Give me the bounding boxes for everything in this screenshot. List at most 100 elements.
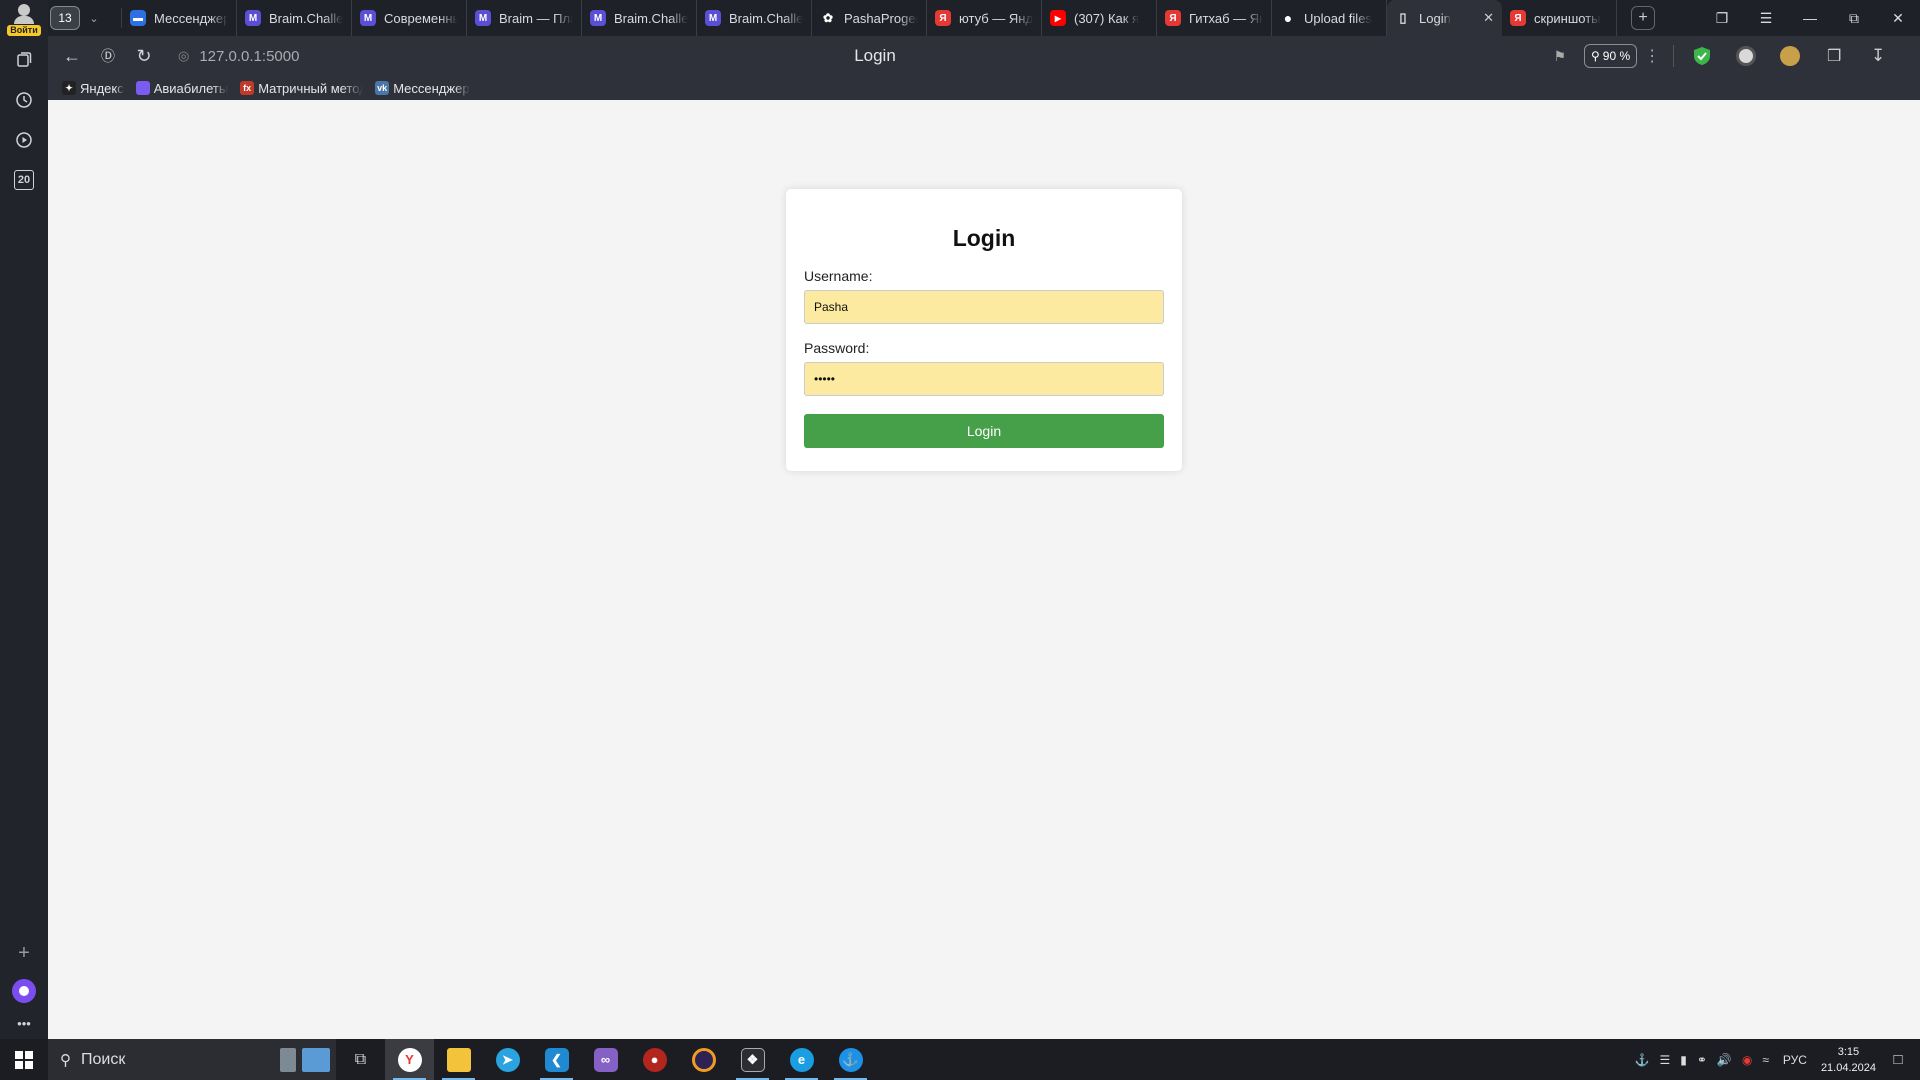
tab-list-chevron-down-icon[interactable]: ⌄ bbox=[82, 12, 106, 25]
bookmark-item[interactable]: Авиабилеты bbox=[135, 81, 228, 96]
alice-assistant-icon[interactable] bbox=[12, 979, 36, 1003]
tab-divider bbox=[106, 8, 122, 28]
search-placeholder: Поиск bbox=[81, 1050, 126, 1068]
yandex-home-icon[interactable]: Ⓓ bbox=[90, 46, 126, 66]
notifications-icon[interactable]: □ bbox=[1876, 1051, 1920, 1068]
volume-icon[interactable]: 🔊 bbox=[1717, 1053, 1732, 1067]
microphone-icon[interactable]: ⚭ bbox=[1697, 1053, 1707, 1067]
new-tab-plus-icon[interactable]: + bbox=[1631, 6, 1655, 30]
tab-2[interactable]: M Современный bbox=[352, 0, 467, 36]
username-input[interactable] bbox=[804, 290, 1164, 324]
braim-icon: M bbox=[705, 10, 721, 26]
bookmark-label: Мессенджер bbox=[393, 80, 470, 96]
page-menu-kebab-icon[interactable]: ⋮ bbox=[1637, 46, 1667, 66]
tab-title: Braim.Challenge bbox=[269, 10, 343, 26]
zoom-indicator[interactable]: ⚲ 90 % bbox=[1584, 44, 1638, 68]
taskbar-search[interactable]: ⚲ Поиск bbox=[48, 1039, 336, 1080]
address-bar[interactable]: ◎ 127.0.0.1:5000 Login ⚑ bbox=[170, 40, 1580, 72]
language-indicator[interactable]: РУС bbox=[1783, 1053, 1807, 1067]
login-badge[interactable]: Войти bbox=[7, 25, 41, 36]
debugger-icon[interactable]: ● bbox=[630, 1039, 679, 1080]
tab-title: Современный bbox=[384, 10, 458, 26]
docker-icon[interactable]: ⚓ bbox=[826, 1039, 875, 1080]
tab-5[interactable]: M Braim.Challenge bbox=[697, 0, 812, 36]
site-info-icon[interactable]: ◎ bbox=[178, 48, 189, 64]
bookmark-item[interactable]: fx Матричный метод bbox=[240, 81, 363, 96]
search-icon: ⚲ bbox=[60, 1051, 71, 1069]
search-highlight-icon bbox=[274, 1047, 330, 1072]
battery-icon[interactable]: ▮ bbox=[1680, 1053, 1687, 1067]
video-icon[interactable] bbox=[8, 124, 40, 156]
extensions-puzzle-icon[interactable]: ❒ bbox=[1812, 46, 1856, 66]
visual-studio-icon[interactable]: ∞ bbox=[581, 1039, 630, 1080]
docker-tray-icon[interactable]: ⚓ bbox=[1634, 1053, 1649, 1067]
telegram-icon[interactable]: ➤ bbox=[483, 1039, 532, 1080]
tab-7[interactable]: Яютуб — Яндекс bbox=[927, 0, 1042, 36]
calendar-date-button[interactable]: 20 bbox=[14, 170, 34, 190]
minimize-icon[interactable]: — bbox=[1788, 10, 1832, 26]
password-input[interactable] bbox=[804, 362, 1164, 396]
restore-icon[interactable]: ⧉ bbox=[1832, 10, 1876, 27]
menu-hamburger-icon[interactable]: ☰ bbox=[1744, 10, 1788, 27]
vpn-extension-icon[interactable] bbox=[1724, 46, 1768, 66]
back-arrow-icon[interactable]: ← bbox=[54, 46, 90, 67]
tab-title: (307) Как я bbox=[1074, 10, 1140, 26]
tab-4[interactable]: M Braim.Challenge bbox=[582, 0, 697, 36]
tab-8[interactable]: ▶ (307) Как я bbox=[1042, 0, 1157, 36]
tab-manager-icon[interactable]: ❐ bbox=[1700, 10, 1744, 27]
browser-toolbar: ← Ⓓ ↻ ◎ 127.0.0.1:5000 Login ⚑ ⚲ 90 % ⋮ … bbox=[48, 36, 1920, 76]
login-button[interactable]: Login bbox=[804, 414, 1164, 448]
reload-icon[interactable]: ↻ bbox=[126, 46, 162, 67]
extension-icon[interactable] bbox=[1768, 46, 1812, 66]
wifi-icon[interactable]: ≈ bbox=[1762, 1053, 1769, 1067]
close-window-icon[interactable]: ✕ bbox=[1876, 10, 1920, 27]
collections-icon[interactable] bbox=[8, 44, 40, 76]
start-button[interactable] bbox=[0, 1039, 48, 1080]
youtube-icon: ▶ bbox=[1050, 10, 1066, 26]
url-text[interactable]: 127.0.0.1:5000 bbox=[199, 48, 299, 65]
more-icon[interactable]: ••• bbox=[8, 1013, 40, 1033]
nvidia-tray-icon[interactable]: ☰ bbox=[1659, 1053, 1670, 1067]
yandex-browser-icon[interactable]: Y bbox=[385, 1039, 434, 1080]
profile-button[interactable]: Войти bbox=[4, 2, 44, 36]
edge-icon[interactable]: e bbox=[777, 1039, 826, 1080]
close-tab-icon[interactable]: ✕ bbox=[1483, 10, 1494, 26]
yandex-icon: Я bbox=[1510, 10, 1526, 26]
tab-title: скриншоты bbox=[1534, 10, 1601, 26]
messenger-icon: ▬ bbox=[130, 10, 146, 26]
history-icon[interactable] bbox=[8, 84, 40, 116]
download-icon[interactable]: ↧ bbox=[1856, 46, 1900, 66]
tab-title: ютуб — Яндекс bbox=[959, 10, 1033, 26]
tab-10[interactable]: ● Upload files bbox=[1272, 0, 1387, 36]
tab-9[interactable]: Я Гитхаб — Яндекс bbox=[1157, 0, 1272, 36]
add-panel-icon[interactable]: + bbox=[8, 937, 40, 969]
task-view-icon[interactable]: ⧉ bbox=[336, 1039, 385, 1080]
clock-date: 21.04.2024 bbox=[1820, 1061, 1876, 1074]
tab-title: Login bbox=[1419, 10, 1451, 26]
tab-6[interactable]: ✿ PashaProgers bbox=[812, 0, 927, 36]
tab-3[interactable]: M Braim — Платформа bbox=[467, 0, 582, 36]
tab-title: Гитхаб — Яндекс bbox=[1189, 10, 1263, 26]
adblock-shield-icon[interactable] bbox=[1680, 46, 1724, 66]
git-tool-icon[interactable]: ❖ bbox=[728, 1039, 777, 1080]
bookmark-item[interactable]: vk Мессенджер bbox=[375, 80, 470, 96]
bookmarks-bar: ✦ Яндекс Авиабилеты fx Матричный метод vk Месс… bbox=[48, 76, 1920, 100]
avatar-body-icon bbox=[14, 16, 34, 24]
vscode-icon[interactable]: ❮ bbox=[532, 1039, 581, 1080]
eclipse-icon[interactable] bbox=[679, 1039, 728, 1080]
file-explorer-icon[interactable] bbox=[434, 1039, 483, 1080]
bookmark-icon[interactable]: ⚑ bbox=[1553, 48, 1566, 65]
braim-icon: M bbox=[360, 10, 376, 26]
tab-counter[interactable]: 13 bbox=[50, 6, 80, 30]
tab-11[interactable]: ▯ Login ✕ bbox=[1387, 0, 1502, 36]
tab-1[interactable]: M Braim.Challenge bbox=[237, 0, 352, 36]
bookmark-item[interactable]: ✦ Яндекс bbox=[62, 81, 124, 96]
tab-0[interactable]: ▬ Мессенджер bbox=[122, 0, 237, 36]
tab-title: Braim — Платформа bbox=[499, 10, 573, 26]
clock[interactable]: 3:15 21.04.2024 bbox=[1821, 1044, 1876, 1076]
windows-logo-icon bbox=[15, 1050, 33, 1069]
antivirus-tray-icon[interactable]: ◉ bbox=[1742, 1053, 1752, 1067]
yandex-icon: Я bbox=[935, 10, 951, 26]
browser-sidebar: Войти 20 + ••• bbox=[0, 0, 48, 1039]
tab-12[interactable]: Яскриншоты bbox=[1502, 0, 1617, 36]
